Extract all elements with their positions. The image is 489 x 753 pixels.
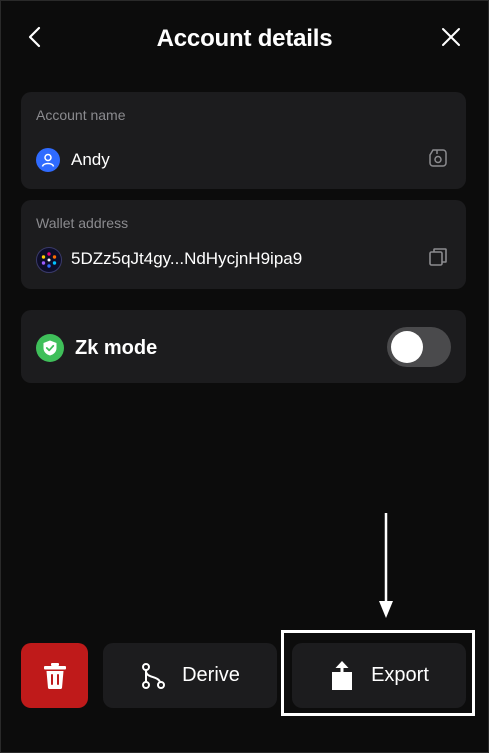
branch-icon (140, 662, 166, 690)
toggle-knob (391, 331, 423, 363)
upload-icon (329, 660, 355, 691)
edit-icon (427, 147, 449, 174)
derive-button[interactable]: Derive (103, 643, 277, 708)
polkadot-icon (36, 247, 62, 273)
copy-icon (427, 246, 449, 273)
export-label: Export (371, 664, 429, 686)
account-name-card: Account name Andy (21, 92, 466, 189)
copy-address-button[interactable] (426, 247, 450, 271)
trash-icon (42, 662, 68, 690)
zk-mode-toggle[interactable] (387, 327, 451, 367)
user-icon (36, 148, 60, 172)
wallet-address-label: Wallet address (36, 215, 129, 231)
edit-account-name-button[interactable] (426, 148, 450, 172)
zk-mode-card: Zk mode (21, 310, 466, 383)
page-title: Account details (156, 25, 333, 52)
account-name-value: Andy (71, 150, 110, 169)
shield-check-icon (36, 334, 64, 362)
delete-account-button[interactable] (21, 643, 88, 708)
wallet-address-card: Wallet address 5DZz5qJt4gy...NdHycjnH9ip… (21, 200, 466, 289)
header: Account details (0, 0, 489, 76)
wallet-address-value: 5DZz5qJt4gy...NdHycjnH9ipa9 (71, 249, 303, 268)
account-name-label: Account name (36, 107, 126, 123)
derive-label: Derive (182, 664, 240, 686)
export-button[interactable]: Export (292, 643, 466, 708)
close-icon (440, 26, 462, 53)
close-button[interactable] (434, 22, 468, 56)
zk-mode-label: Zk mode (75, 337, 158, 359)
